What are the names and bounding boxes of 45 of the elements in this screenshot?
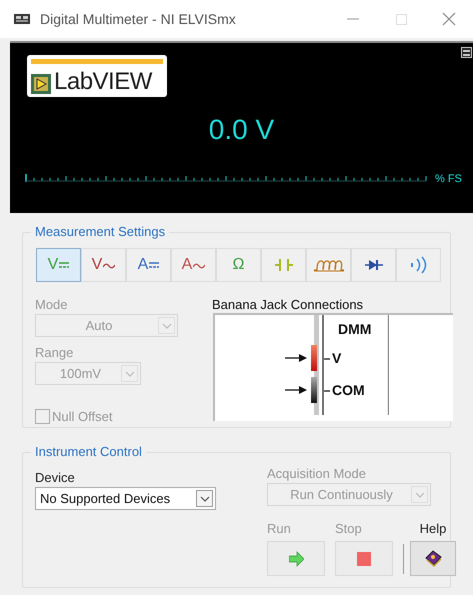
ac-icon [103,260,116,270]
help-button[interactable] [410,541,456,576]
jack-plug-icon [311,345,317,371]
arrow-icon [288,550,304,566]
jack-label: V [332,350,342,366]
run-button[interactable] [267,541,325,576]
ac-icon [193,260,206,270]
button-label: Run [267,520,291,538]
stop-button[interactable] [335,541,393,576]
scale-unit: % FS [435,172,462,187]
function-button[interactable] [306,248,351,282]
window-title: Digital Multimeter - NI ELVISmx [40,10,236,29]
button-label: Help [420,520,446,538]
maximize-icon [396,14,406,24]
book-icon [424,549,442,568]
jack-lead-line [324,390,330,392]
function-button[interactable]: A [171,248,216,282]
button-label: Stop [335,520,362,538]
diagram-label: DMM [338,321,372,337]
dc-icon [59,260,70,270]
jack-lead-line [324,358,330,360]
reading-value: 0.0 V [208,114,276,146]
diagram-title: Banana Jack Connections [212,296,364,314]
close-icon [442,12,456,26]
checkbox-label: Null Offset [52,408,112,426]
field-label: Range [35,344,74,362]
panel-icon [461,47,472,58]
logo-mark-icon [31,74,51,94]
function-button[interactable]: V [81,248,126,282]
jack-label: COM [332,382,365,398]
app-icon [14,13,30,25]
function-button[interactable] [396,248,441,282]
function-button[interactable]: V [36,248,81,282]
device-dropdown[interactable]: No Supported Devices [35,487,216,510]
field-label: Device [35,469,76,487]
field-label: Acquisition Mode [267,465,367,483]
stop-icon [357,552,371,566]
function-button[interactable]: Ω [216,248,261,282]
logo-text: LabVIEW [54,70,152,94]
function-button[interactable]: A [126,248,171,282]
function-button[interactable] [351,248,396,282]
logo-stripe-icon [31,59,163,64]
dc-icon [149,260,160,270]
field-label: Mode [35,296,69,314]
jack-plug-icon [311,377,317,403]
